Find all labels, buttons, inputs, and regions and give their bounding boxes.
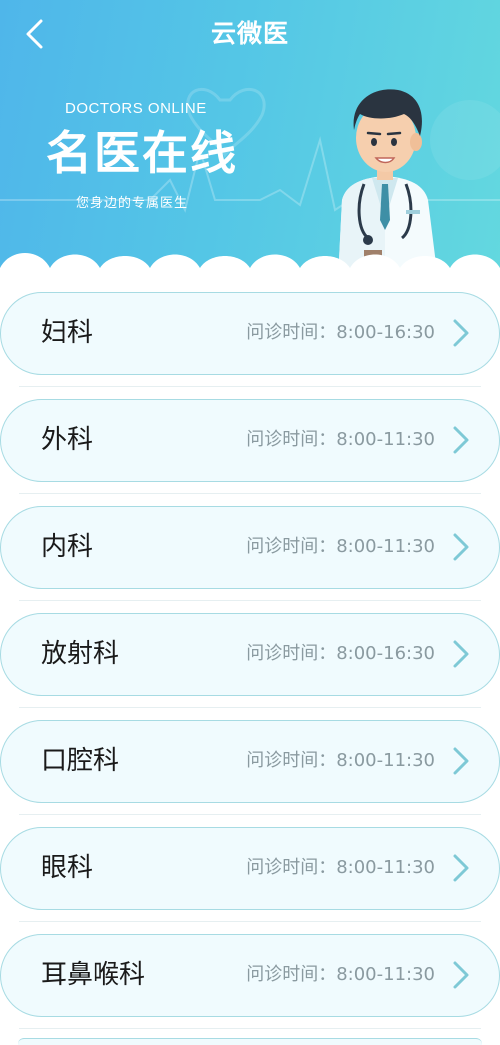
department-item-stomatology[interactable]: 口腔科 问诊时间：8:00-11:30 — [0, 720, 500, 815]
department-name: 口腔科 — [41, 746, 120, 776]
consultation-time: 问诊时间：8:00-16:30 — [246, 322, 435, 343]
chevron-right-icon — [453, 961, 469, 989]
department-item-internal-medicine[interactable]: 内科 问诊时间：8:00-11:30 — [0, 506, 500, 601]
consultation-time: 问诊时间：8:00-11:30 — [246, 429, 435, 450]
header-banner: 云微医 DOCTORS ONLINE 名医在线 您身边的专属医生 — [0, 0, 500, 290]
department-item-gynecology[interactable]: 妇科 问诊时间：8:00-16:30 — [0, 292, 500, 387]
chevron-right-icon — [453, 533, 469, 561]
department-name: 眼科 — [41, 853, 94, 883]
consultation-time: 问诊时间：8:00-11:30 — [246, 536, 435, 557]
chevron-right-icon — [453, 854, 469, 882]
department-item-ent[interactable]: 耳鼻喉科 问诊时间：8:00-11:30 — [0, 934, 500, 1029]
department-name: 耳鼻喉科 — [41, 960, 146, 990]
chevron-right-icon — [453, 640, 469, 668]
cloud-divider — [0, 253, 500, 290]
department-name: 内科 — [41, 532, 94, 562]
department-name: 妇科 — [41, 318, 94, 348]
banner-tagline: 您身边的专属医生 — [76, 196, 189, 211]
department-item-surgery[interactable]: 外科 问诊时间：8:00-11:30 — [0, 399, 500, 494]
department-name: 放射科 — [41, 639, 120, 669]
department-name: 外科 — [41, 425, 94, 455]
page-title: 云微医 — [210, 19, 289, 48]
department-item-radiology[interactable]: 放射科 问诊时间：8:00-16:30 — [0, 613, 500, 708]
department-item-ophthalmology[interactable]: 眼科 问诊时间：8:00-11:30 — [0, 827, 500, 922]
chevron-right-icon — [453, 426, 469, 454]
chevron-right-icon — [453, 747, 469, 775]
consultation-time: 问诊时间：8:00-11:30 — [246, 750, 435, 771]
banner-title: 名医在线 — [46, 126, 238, 180]
banner-subtitle-en: DOCTORS ONLINE — [65, 100, 207, 117]
consultation-time: 问诊时间：8:00-16:30 — [246, 643, 435, 664]
consultation-time: 问诊时间：8:00-11:30 — [246, 857, 435, 878]
chevron-right-icon — [453, 319, 469, 347]
department-list: 妇科 问诊时间：8:00-16:30 外科 问诊时间：8:00-11:30 内科… — [0, 292, 500, 1041]
consultation-time: 问诊时间：8:00-11:30 — [246, 964, 435, 985]
